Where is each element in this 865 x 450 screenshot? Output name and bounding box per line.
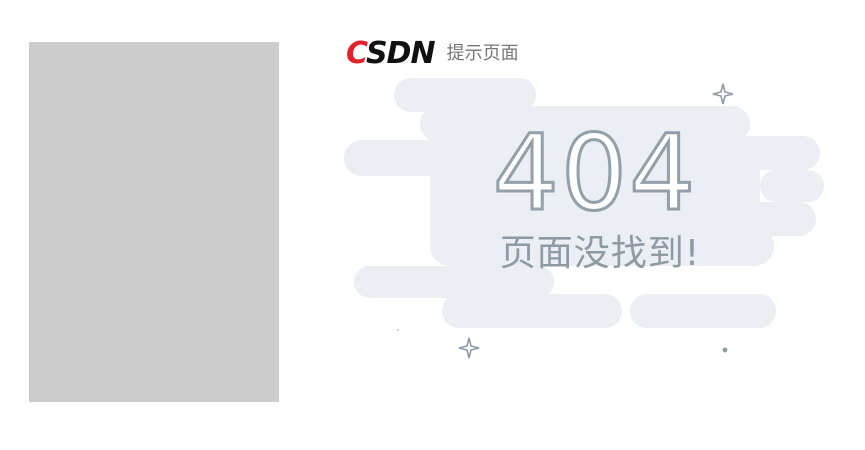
brand-header: CSDN 提示页面 — [346, 39, 519, 69]
page-caption: 提示页面 — [446, 43, 519, 64]
logo-letters-sdn: SDN — [365, 36, 436, 71]
image-placeholder — [29, 42, 279, 402]
logo-letter-c: C — [346, 36, 367, 71]
error-message: 页面没找到! — [499, 233, 701, 274]
error-code: 404 — [491, 112, 698, 234]
sparkle-icon — [712, 83, 734, 105]
csdn-logo[interactable]: CSDN — [346, 39, 436, 69]
error-page: CSDN 提示页面 404 页面没找到! — [0, 0, 865, 450]
